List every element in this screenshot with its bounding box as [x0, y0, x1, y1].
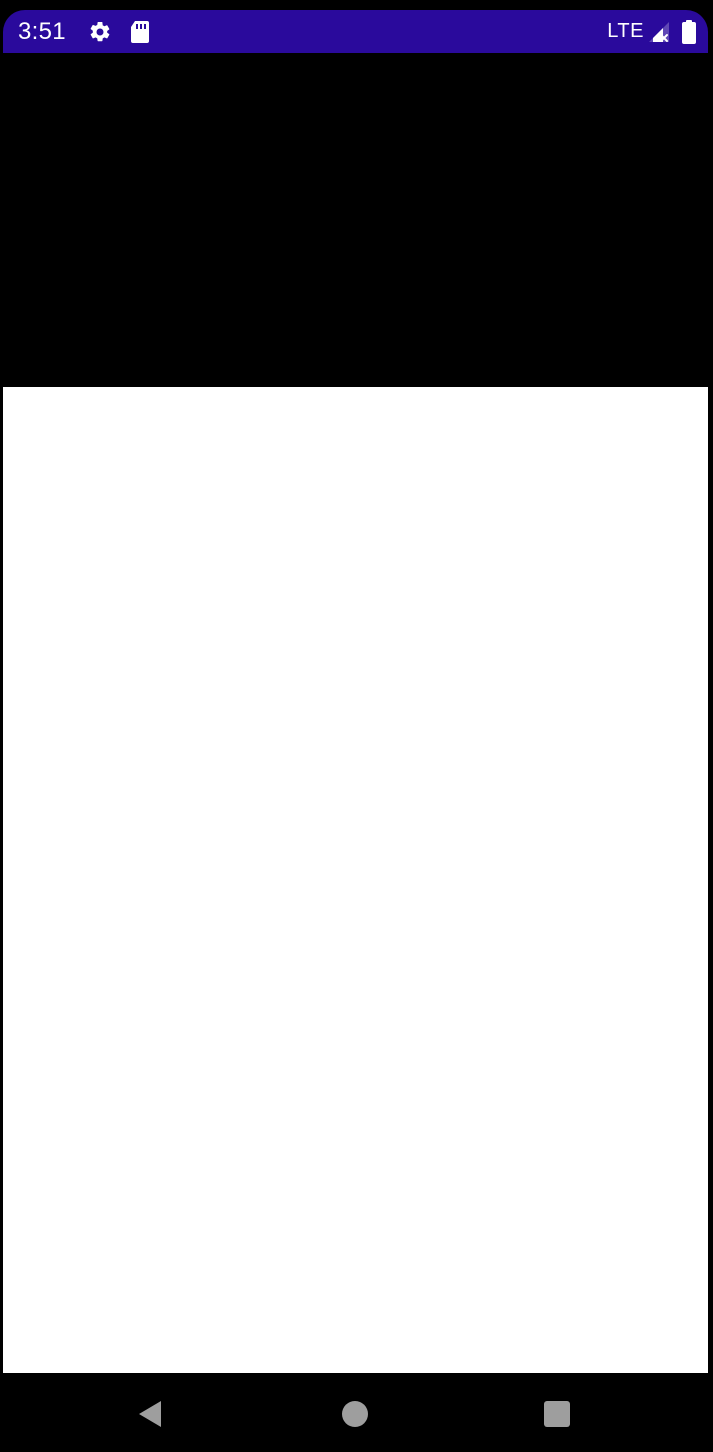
navigation-bar — [0, 1373, 713, 1452]
phone-screen: 3:51 LTE — [0, 0, 713, 1452]
recents-icon — [543, 1400, 571, 1428]
gear-icon — [88, 20, 112, 44]
status-time: 3:51 — [18, 18, 66, 45]
home-button[interactable] — [338, 1397, 372, 1431]
status-bar: 3:51 LTE — [3, 10, 708, 53]
back-button[interactable] — [133, 1397, 167, 1431]
signal-icon — [647, 20, 671, 44]
battery-icon — [682, 19, 696, 44]
recents-button[interactable] — [540, 1397, 574, 1431]
sd-card-icon — [129, 20, 151, 44]
network-type-label: LTE — [607, 20, 644, 42]
white-content-panel — [3, 387, 708, 1373]
black-content-area — [3, 53, 708, 387]
status-bar-right: LTE — [607, 10, 696, 53]
back-icon — [137, 1399, 163, 1429]
status-bar-left: 3:51 — [18, 10, 151, 53]
home-icon — [341, 1400, 369, 1428]
